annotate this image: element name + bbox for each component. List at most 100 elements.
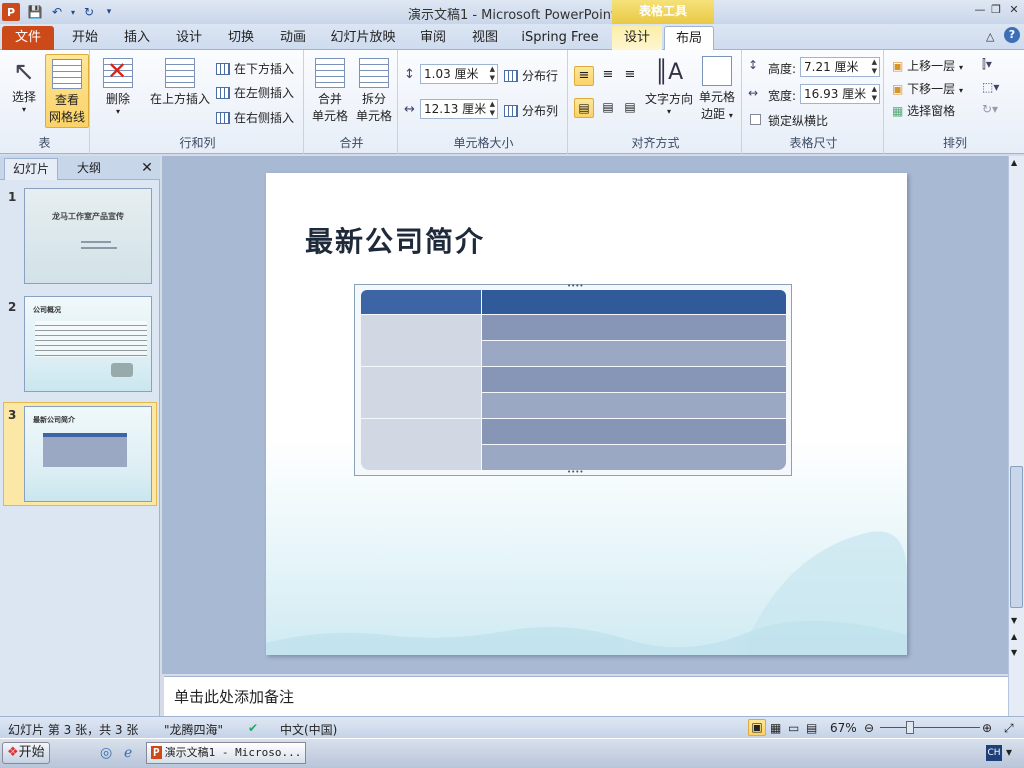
fit-to-window-icon[interactable]: ⤢ (1004, 721, 1014, 736)
scroll-down-icon[interactable]: ▼ (1011, 616, 1017, 625)
minimize-icon[interactable]: — (972, 3, 988, 17)
next-slide-icon[interactable]: ▼ (1011, 648, 1017, 657)
table-width-input[interactable]: 16.93 厘米 ▲ ▼ (800, 84, 880, 104)
align-right-icon[interactable]: ≡ (620, 66, 640, 86)
slide-thumbnail-2[interactable]: 公司概况 (24, 296, 152, 392)
ime-indicator[interactable]: CH (986, 745, 1002, 761)
bring-forward-button[interactable]: ▣ 上移一层 ▾ (892, 57, 963, 74)
slide-sorter-icon[interactable]: ▦ (770, 721, 781, 735)
restore-icon[interactable]: ❐ (988, 3, 1004, 17)
ime-options-icon[interactable]: ▾ (1006, 745, 1012, 759)
send-backward-button[interactable]: ▣ 下移一层 ▾ (892, 80, 963, 97)
zoom-slider-thumb[interactable] (906, 721, 914, 734)
group-table-size: ↕ 高度: 7.21 厘米 ▲ ▼ ↔ 宽度: 16.93 厘米 ▲ ▼ 锁定纵横比 表… (744, 50, 884, 154)
spell-check-icon[interactable]: ✔ (248, 721, 258, 735)
tab-slideshow[interactable]: 幻灯片放映 (326, 26, 400, 50)
tab-table-design[interactable]: 设计 (612, 26, 662, 50)
vertical-scrollbar[interactable]: ▲ ▼ ▲ ▼ (1008, 156, 1024, 716)
group-label-alignment: 对齐方式 (631, 136, 680, 150)
group-objects-icon[interactable]: ⬚▾ (982, 80, 999, 94)
zoom-level[interactable]: 67% (830, 721, 857, 735)
tab-table-layout[interactable]: 布局 (664, 26, 714, 50)
table-cell[interactable] (482, 393, 786, 418)
table-cell[interactable] (361, 315, 481, 366)
table-cell[interactable] (482, 315, 786, 340)
spinner-arrows-icon[interactable]: ▲ ▼ (872, 58, 877, 76)
delete-button[interactable]: ✕ 删除 ▾ (96, 57, 140, 116)
spinner-arrows-icon[interactable]: ▲ ▼ (490, 100, 495, 118)
close-panel-icon[interactable]: ✕ (138, 158, 156, 180)
distribute-rows-button[interactable]: 分布行 (504, 67, 558, 84)
table-cell[interactable] (482, 367, 786, 392)
table-cell[interactable] (482, 445, 786, 470)
minimize-ribbon-icon[interactable]: △ (986, 30, 994, 43)
selection-pane-button[interactable]: ▦ 选择窗格 (892, 102, 955, 119)
zoom-in-icon[interactable]: ⊕ (982, 721, 992, 735)
insert-below-button[interactable]: 在下方插入 (216, 60, 294, 77)
tab-home[interactable]: 开始 (62, 26, 108, 50)
taskbar-powerpoint-task[interactable]: P 演示文稿1 - Microso... (146, 742, 306, 764)
align-left-icon[interactable]: ≡ (574, 66, 594, 86)
table-cell[interactable] (482, 341, 786, 366)
slide-thumbnail-3[interactable]: 最新公司简介 (24, 406, 152, 502)
notes-pane[interactable]: 单击此处添加备注 (164, 676, 1008, 716)
theme-name[interactable]: "龙腾四海" (164, 721, 223, 738)
align-bottom-icon[interactable]: ▤ (620, 98, 640, 118)
view-gridlines-button[interactable]: 查看 网格线 (45, 54, 89, 128)
resize-handle-bottom[interactable]: •••• (567, 468, 584, 476)
cell-margins-button[interactable]: 单元格 边距 ▾ (694, 56, 740, 122)
table-cell[interactable] (361, 419, 481, 470)
table-cell[interactable] (361, 367, 481, 418)
tab-view[interactable]: 视图 (462, 26, 508, 50)
start-button[interactable]: ❖开始 (2, 742, 50, 764)
merge-cells-button[interactable]: 合并 单元格 (308, 58, 352, 124)
rotate-icon[interactable]: ↻▾ (982, 102, 998, 116)
close-icon[interactable]: ✕ (1006, 3, 1022, 17)
tab-transitions[interactable]: 切换 (218, 26, 264, 50)
normal-view-icon[interactable]: ▣ (748, 719, 766, 736)
lock-aspect-checkbox[interactable] (750, 114, 761, 125)
scroll-up-icon[interactable]: ▲ (1011, 158, 1017, 167)
align-center-icon[interactable]: ≡ (598, 66, 618, 86)
tab-outline[interactable]: 大纲 (62, 158, 116, 180)
insert-left-button[interactable]: 在左侧插入 (216, 84, 294, 101)
distribute-columns-button[interactable]: 分布列 (504, 102, 558, 119)
tab-file[interactable]: 文件 (2, 26, 54, 50)
text-direction-button[interactable]: ║A 文字方向 ▾ (642, 56, 696, 116)
slide-thumbnail-1[interactable]: 龙马工作室产品宣传 (24, 188, 152, 284)
table-header-cell[interactable] (482, 290, 786, 314)
select-button[interactable]: ↖ 选择 ▾ (2, 56, 46, 114)
cell-height-input[interactable]: 1.03 厘米 ▲ ▼ (420, 64, 498, 84)
insert-right-button[interactable]: 在右侧插入 (216, 109, 294, 126)
language-indicator[interactable]: 中文(中国) (280, 721, 337, 738)
zoom-slider[interactable] (880, 727, 980, 728)
previous-slide-icon[interactable]: ▲ (1011, 632, 1017, 641)
split-cells-button[interactable]: 拆分 单元格 (352, 58, 396, 124)
slide-title[interactable]: 最新公司简介 (305, 220, 485, 260)
align-top-icon[interactable]: ▤ (574, 98, 594, 118)
zoom-out-icon[interactable]: ⊖ (864, 721, 874, 735)
reading-view-icon[interactable]: ▭ (788, 721, 799, 735)
quick-launch-icon[interactable]: ◎ (100, 745, 112, 761)
cell-width-input[interactable]: 12.13 厘米 ▲ ▼ (420, 99, 498, 119)
resize-handle-top[interactable]: •••• (567, 282, 584, 290)
slide-table[interactable]: •••• •••• (354, 282, 792, 476)
scrollbar-thumb[interactable] (1010, 466, 1023, 608)
align-objects-icon[interactable]: ⫿▾ (982, 57, 992, 72)
slideshow-view-icon[interactable]: ▤ (806, 721, 817, 735)
spinner-arrows-icon[interactable]: ▲ ▼ (490, 65, 495, 83)
tab-design[interactable]: 设计 (166, 26, 212, 50)
table-cell[interactable] (482, 419, 786, 444)
tab-slides[interactable]: 幻灯片 (4, 158, 58, 180)
ie-browser-icon[interactable]: ℯ (124, 745, 132, 761)
tab-review[interactable]: 审阅 (410, 26, 456, 50)
tab-animations[interactable]: 动画 (270, 26, 316, 50)
tab-insert[interactable]: 插入 (114, 26, 160, 50)
table-height-input[interactable]: 7.21 厘米 ▲ ▼ (800, 57, 880, 77)
tab-ispring[interactable]: iSpring Free (518, 26, 602, 50)
align-middle-icon[interactable]: ▤ (598, 98, 618, 118)
help-icon[interactable]: ? (1004, 27, 1020, 43)
spinner-arrows-icon[interactable]: ▲ ▼ (872, 85, 877, 103)
insert-above-button[interactable]: 在上方插入 (148, 58, 212, 107)
table-header-cell[interactable] (361, 290, 481, 314)
